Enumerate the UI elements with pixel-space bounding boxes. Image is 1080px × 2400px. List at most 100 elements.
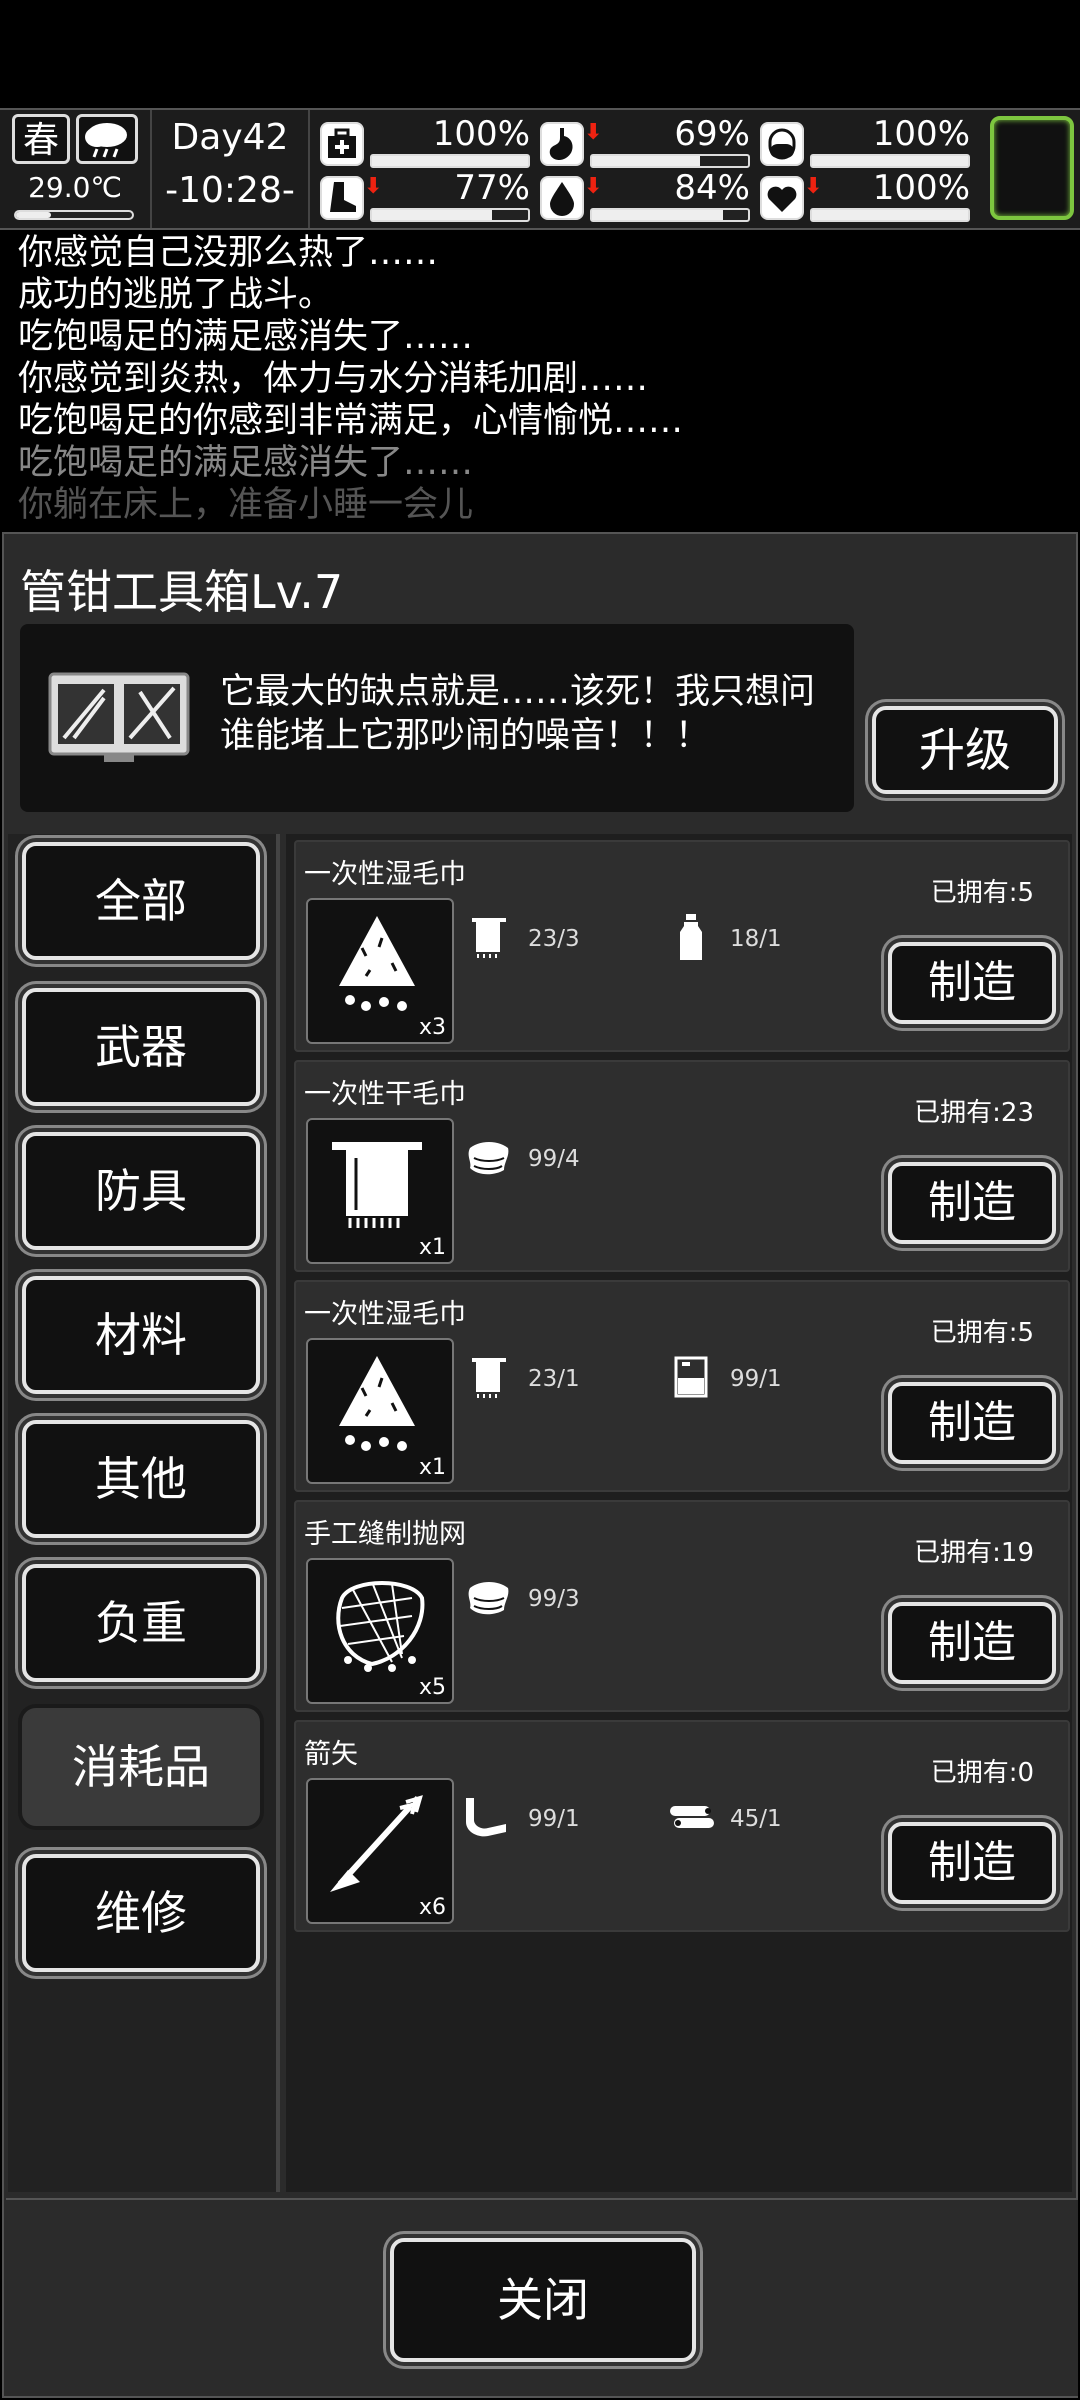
category-sidebar: 全部 武器 防具 材料 其他 负重 消耗品 维修 [8, 834, 280, 2192]
recipe-item: 箭矢 已拥有:0 x6 99/1 45/1 制造 [294, 1720, 1070, 1932]
weather-icon[interactable] [76, 114, 138, 164]
map-button[interactable] [990, 116, 1074, 220]
status-bar: 春 29.0℃ Day42 -10:28- 100% ⬇ 69% 100% ⬇ … [0, 108, 1080, 230]
category-carry-weight[interactable]: 负重 [22, 1564, 260, 1682]
log-line: 吃饱喝足的你感到非常满足，心情愉悦…… [18, 401, 684, 441]
recipe-image[interactable]: x1 [306, 1338, 454, 1484]
material-amount: 99/3 [528, 1586, 580, 1612]
category-all[interactable]: 全部 [22, 842, 260, 960]
wood-logs-icon [670, 1806, 714, 1828]
craft-button[interactable]: 制造 [888, 1602, 1056, 1684]
day-time-block: Day42 -10:28- [150, 110, 310, 228]
temperature-label: 29.0℃ [28, 171, 122, 204]
log-line: 你感觉自己没那么热了…… [18, 233, 439, 273]
stat-hunger[interactable]: ⬇ 69% [540, 114, 750, 172]
stat-mood-bar [810, 208, 970, 222]
recipe-name: 一次性湿毛巾 [304, 859, 466, 890]
category-repair[interactable]: 维修 [22, 1854, 260, 1972]
stat-thirst-percent: 84% [674, 168, 750, 208]
cloth-icon [468, 1142, 509, 1175]
stat-stamina-percent: 77% [454, 168, 530, 208]
stat-stamina[interactable]: ⬇ 77% [320, 168, 530, 226]
day-counter: Day42 [171, 117, 289, 158]
water-container-icon [674, 1356, 708, 1398]
recipe-yield: x6 [418, 1895, 446, 1920]
message-log[interactable]: 你感觉自己没那么热了…… 成功的逃脱了战斗。 吃饱喝足的满足感消失了…… 你感觉… [0, 232, 1080, 522]
recipe-owned-count: 已拥有:23 [914, 1098, 1034, 1128]
recipe-item: 一次性湿毛巾 已拥有:5 x1 23/1 99/1 制造 [294, 1280, 1070, 1492]
category-consumables[interactable]: 消耗品 [22, 1708, 260, 1826]
water-bottle-icon [680, 914, 702, 960]
recipe-item: 手工缝制抛网 已拥有:19 x5 99/3 制造 [294, 1500, 1070, 1712]
craft-button[interactable]: 制造 [888, 1382, 1056, 1464]
heart-icon [760, 176, 804, 220]
recipe-owned-count: 已拥有:0 [930, 1758, 1034, 1788]
recipe-owned-count: 已拥有:19 [914, 1538, 1034, 1568]
upgrade-button[interactable]: 升级 [872, 706, 1058, 794]
recipe-name: 一次性干毛巾 [304, 1079, 466, 1110]
craft-button[interactable]: 制造 [888, 942, 1056, 1024]
category-armor[interactable]: 防具 [22, 1132, 260, 1250]
recipe-image[interactable]: x1 [306, 1118, 454, 1264]
recipe-yield: x3 [418, 1015, 446, 1040]
category-materials[interactable]: 材料 [22, 1276, 260, 1394]
crafting-panel: 管钳工具箱Lv.7 它最大的缺点就是……该死！我只想问谁能堵上它那吵闹的噪音！！… [2, 532, 1078, 2398]
stat-health-percent: 100% [432, 114, 530, 154]
toolbox-icon [48, 672, 190, 762]
log-line: 成功的逃脱了战斗。 [18, 275, 334, 315]
water-drop-icon [540, 176, 584, 220]
recipe-item: 一次性干毛巾 已拥有:23 x1 99/4 制造 [294, 1060, 1070, 1272]
material-amount: 18/1 [730, 926, 782, 952]
material-amount: 45/1 [730, 1806, 782, 1832]
recipe-yield: x5 [418, 1675, 446, 1700]
temperature-bar [14, 210, 134, 220]
panel-title: 管钳工具箱Lv.7 [20, 565, 344, 619]
stat-energy-bar [810, 154, 970, 168]
stat-energy[interactable]: 100% [760, 114, 970, 172]
stat-hunger-percent: 69% [674, 114, 750, 154]
craft-button[interactable]: 制造 [888, 1822, 1056, 1904]
dry-towel-icon [332, 1142, 422, 1228]
stat-stamina-bar [370, 208, 530, 222]
recipe-name: 手工缝制抛网 [304, 1519, 466, 1550]
stat-mood[interactable]: ⬇ 100% [760, 168, 970, 226]
recipe-item: 一次性湿毛巾 已拥有:5 x3 23/3 18/1 制造 [294, 840, 1070, 1052]
recipe-owned-count: 已拥有:5 [930, 1318, 1034, 1348]
scrap-metal-icon [466, 1798, 506, 1837]
towel-rack-icon [472, 1358, 506, 1398]
recipe-image[interactable]: x3 [306, 898, 454, 1044]
wet-towel-icon [339, 916, 415, 1011]
wet-towel-icon [339, 1356, 415, 1451]
stat-energy-percent: 100% [872, 114, 970, 154]
recipe-list[interactable]: 一次性湿毛巾 已拥有:5 x3 23/3 18/1 制造 一次性干毛巾 已拥有:… [286, 834, 1072, 2192]
season-badge[interactable]: 春 [12, 114, 70, 164]
recipe-name: 箭矢 [304, 1739, 358, 1770]
stat-hunger-bar [590, 154, 750, 168]
close-button[interactable]: 关闭 [390, 2238, 696, 2362]
cast-net-icon [336, 1581, 425, 1672]
material-amount: 23/1 [528, 1366, 580, 1392]
stat-health-bar [370, 154, 530, 168]
recipe-owned-count: 已拥有:5 [930, 878, 1034, 908]
pill-icon [760, 122, 804, 166]
panel-footer: 关闭 [6, 2198, 1078, 2396]
tool-description: 它最大的缺点就是……该死！我只想问谁能堵上它那吵闹的噪音！！！ [220, 672, 816, 756]
recipe-yield: x1 [418, 1455, 446, 1480]
recipe-name: 一次性湿毛巾 [304, 1299, 466, 1330]
log-line: 吃饱喝足的满足感消失了…… [18, 443, 474, 483]
game-clock: -10:28- [165, 170, 295, 211]
craft-button[interactable]: 制造 [888, 1162, 1056, 1244]
boot-icon [320, 176, 364, 220]
stomach-icon [540, 122, 584, 166]
material-amount: 99/4 [528, 1146, 580, 1172]
category-weapons[interactable]: 武器 [22, 988, 260, 1106]
stat-thirst[interactable]: ⬇ 84% [540, 168, 750, 226]
log-line: 你躺在床上，准备小睡一会儿 [18, 485, 474, 522]
stat-health[interactable]: 100% [320, 114, 530, 172]
stat-thirst-bar [590, 208, 750, 222]
recipe-image[interactable]: x6 [306, 1778, 454, 1924]
category-other[interactable]: 其他 [22, 1420, 260, 1538]
recipe-image[interactable]: x5 [306, 1558, 454, 1704]
material-amount: 23/3 [528, 926, 580, 952]
log-line: 吃饱喝足的满足感消失了…… [18, 317, 474, 357]
